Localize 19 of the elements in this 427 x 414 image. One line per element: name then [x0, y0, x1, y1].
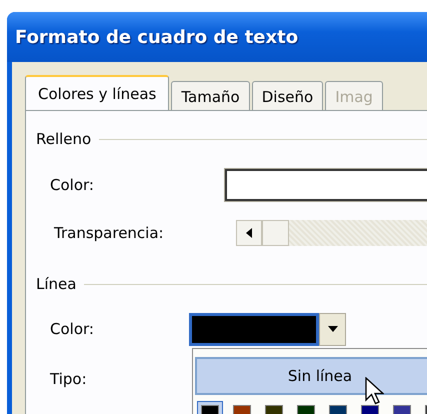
- window-title: Formato de cuadro de texto: [15, 26, 298, 48]
- slider-left-button[interactable]: [236, 220, 262, 246]
- field-label: Color:: [50, 176, 95, 194]
- field-label: Transparencia:: [54, 224, 165, 242]
- fill-color-field[interactable]: [225, 169, 427, 201]
- line-color-dropdown[interactable]: [189, 312, 319, 346]
- slider-thumb[interactable]: [262, 220, 289, 246]
- dropdown-button[interactable]: [319, 312, 346, 346]
- field-label: Color:: [50, 320, 95, 338]
- tab[interactable]: Diseño: [252, 81, 324, 111]
- left-arrow-icon: [246, 228, 252, 238]
- mouse-pointer-icon: [365, 377, 384, 405]
- tab[interactable]: Colores y líneas: [25, 75, 170, 111]
- caret-icon: [328, 326, 338, 332]
- field-label: Tipo:: [50, 370, 88, 388]
- tab[interactable]: Tamaño: [171, 81, 250, 111]
- group-heading: Relleno: [36, 130, 92, 148]
- group-heading: Línea: [36, 275, 76, 293]
- no-line-button[interactable]: Sin línea: [195, 357, 427, 395]
